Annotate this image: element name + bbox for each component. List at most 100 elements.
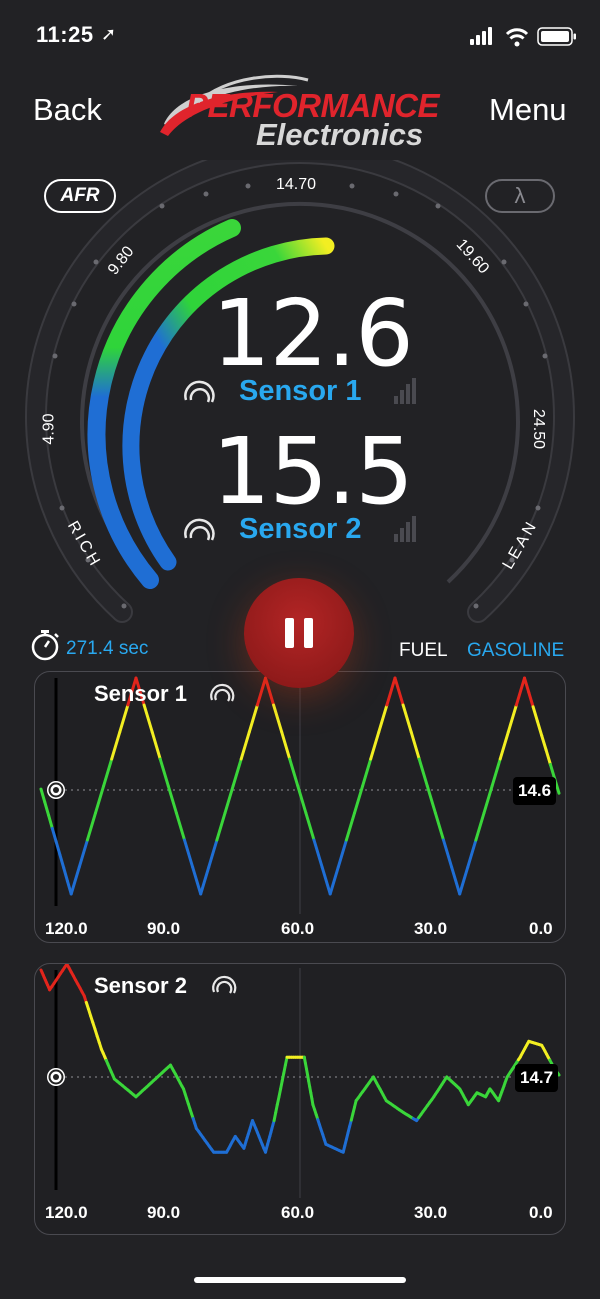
series-segment (393, 676, 405, 707)
series-segment (312, 838, 324, 869)
series-segment (77, 838, 89, 869)
gauge-scale-label: 14.70 (276, 176, 317, 193)
x-tick-label: 30.0 (414, 919, 448, 938)
sensor1-label: Sensor 1 (239, 375, 362, 407)
series-segment (385, 676, 397, 707)
sensor2-reading: 15.5 (212, 418, 414, 525)
series-segment (523, 676, 531, 694)
sensor1-current-value: 14.6 (513, 777, 557, 805)
sensor2-status-icon (184, 518, 215, 541)
series-segment (118, 703, 130, 734)
fuel-type[interactable]: GASOLINE (467, 640, 564, 662)
sensor1-status-icon (184, 380, 215, 403)
series-segment (442, 838, 454, 869)
series-segment (272, 703, 284, 734)
sensor2-chart-title: Sensor 2 (94, 973, 187, 998)
series-segment (296, 784, 308, 815)
gauge-scale-label: 4.90 (40, 413, 58, 445)
series-segment (85, 811, 97, 842)
series-segment (255, 676, 267, 707)
menu-button[interactable]: Menu (489, 92, 567, 128)
series-segment (417, 757, 429, 788)
elapsed-time: 271.4 sec (66, 638, 149, 659)
series-segment (433, 811, 445, 842)
series-segment (264, 676, 276, 707)
series-segment (450, 865, 462, 896)
series-segment (223, 784, 235, 815)
x-tick-label: 90.0 (147, 1203, 181, 1222)
status-time: 11:25 (36, 22, 94, 47)
series-segment (466, 838, 478, 869)
series-segment (540, 734, 548, 752)
series-segment (328, 865, 340, 896)
series-segment (514, 676, 526, 707)
status-icons (470, 27, 576, 47)
sensor2-chart-status-icon (212, 975, 237, 994)
series-segment (353, 784, 365, 815)
stopwatch-icon (31, 630, 59, 661)
location-arrow-icon: ➚ (101, 24, 117, 44)
series-segment (401, 703, 413, 734)
sensor1-chart-status-icon (210, 683, 235, 702)
cellular-signal-icon (470, 27, 492, 45)
cursor-handle-dot (53, 1074, 59, 1080)
series-segment (69, 865, 81, 896)
series-segment (506, 703, 518, 734)
back-button[interactable]: Back (33, 92, 102, 128)
series-segment (535, 719, 544, 738)
series-segment (183, 838, 195, 869)
x-tick-label: 120.0 (45, 919, 88, 938)
series-segment (110, 730, 122, 761)
x-tick-label: 30.0 (414, 1203, 448, 1222)
sensor1-chart-plot (39, 676, 561, 914)
series-segment (239, 730, 251, 761)
series-segment (458, 865, 470, 896)
pause-icon-bar (304, 618, 313, 648)
x-tick-label: 120.0 (45, 1203, 88, 1222)
series-segment (62, 866, 69, 883)
series-segment (39, 787, 47, 804)
series-segment (166, 784, 178, 815)
sensor1-chart-title: Sensor 1 (94, 681, 187, 706)
series-segment (336, 838, 348, 869)
battery-icon (537, 27, 576, 46)
x-tick-label: 90.0 (147, 919, 181, 938)
series-segment (288, 757, 300, 788)
series-segment (490, 757, 502, 788)
series-segment (369, 730, 381, 761)
series-segment (231, 757, 243, 788)
series-segment (498, 730, 510, 761)
cursor-handle-dot (53, 787, 59, 793)
series-segment (199, 865, 211, 896)
series-segment (191, 865, 203, 896)
home-indicator[interactable] (194, 1277, 406, 1283)
series-segment (43, 800, 51, 817)
sensor1-reading: 12.6 (212, 280, 414, 387)
series-segment (557, 1072, 561, 1077)
series-segment (527, 690, 535, 709)
series-segment (280, 730, 292, 761)
series-segment (215, 811, 227, 842)
sensor2-label: Sensor 2 (239, 513, 362, 545)
series-segment (158, 757, 170, 788)
series-segment (377, 703, 389, 734)
series-segment (344, 811, 356, 842)
pause-button[interactable] (244, 578, 354, 688)
series-segment (102, 757, 114, 788)
sensor2-chart-plot (39, 964, 561, 1198)
logo-wordmark-bottom: Electronics (256, 117, 424, 152)
series-segment (47, 813, 54, 830)
series-segment (320, 865, 332, 896)
series-segment (247, 703, 259, 734)
x-tick-label: 0.0 (529, 1203, 553, 1222)
wifi-icon (505, 28, 529, 47)
x-tick-label: 0.0 (529, 919, 553, 938)
x-tick-label: 60.0 (281, 1203, 315, 1222)
series-segment (142, 703, 154, 734)
gauge-scale-label: 24.50 (530, 408, 548, 450)
series-segment (150, 730, 162, 761)
sensor2-chart: Sensor 2 120.0 90.0 60.0 30.0 0.0 14.7 (34, 963, 566, 1235)
fuel-label: FUEL (399, 640, 448, 661)
series-segment (409, 730, 421, 761)
series-segment (544, 748, 552, 766)
